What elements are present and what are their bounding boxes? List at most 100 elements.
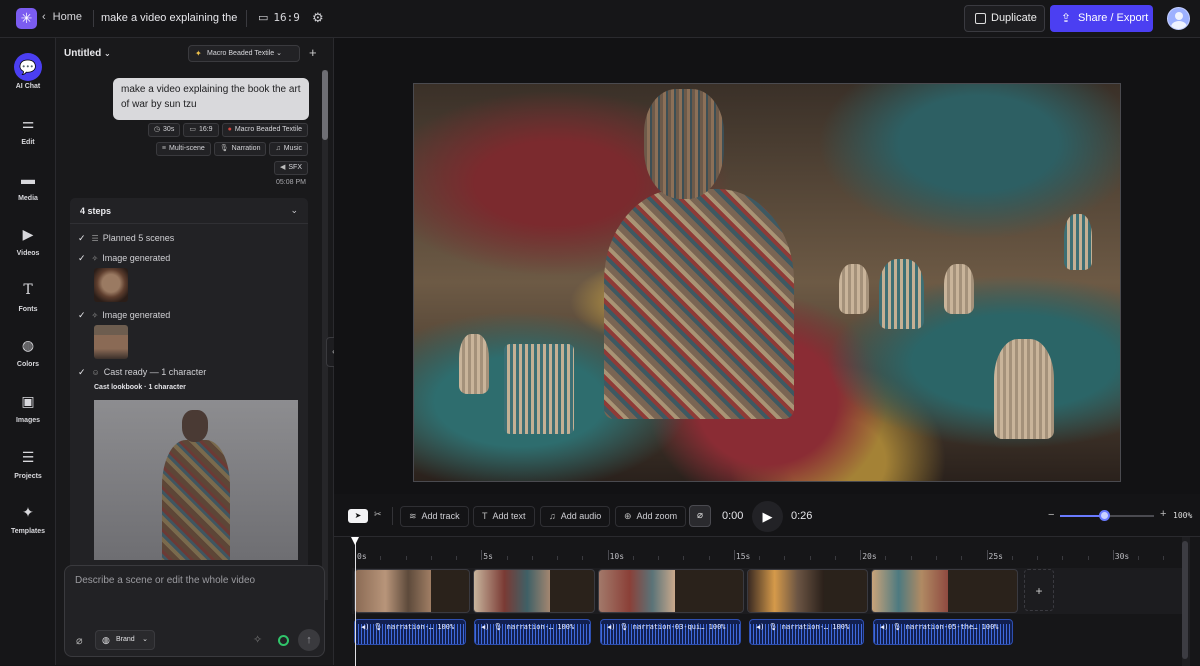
layers-icon: ≋ [409,511,417,521]
step-label: Image generated [102,310,171,320]
zoom-icon: ⊕ [624,511,632,521]
rail-item-media[interactable]: ▬ Media [0,165,56,202]
attach-icon[interactable]: ⌀ [76,634,83,647]
ruler-tick [961,556,963,560]
share-export-button[interactable]: ⇪ Share / Export [1050,5,1153,32]
style-selector[interactable]: ✦ Macro Beaded Textile ⌄ [188,45,300,62]
scissors-icon[interactable]: ✂ [374,509,382,520]
avatar[interactable] [1167,7,1190,30]
rail-item-fonts[interactable]: T Fonts [0,276,56,313]
clip-thumbnail [355,570,431,612]
magic-wand-icon[interactable]: ✧ [253,633,262,646]
rail-item-ai-chat[interactable]: 💬 AI Chat [0,53,56,90]
scene-small-figure [1064,214,1092,270]
mic-icon: 🎙 [892,623,902,631]
timeline-scrollbar-thumb[interactable] [1182,541,1188,659]
app-logo-icon[interactable]: ✳ [16,8,37,29]
video-preview-area [334,38,1200,494]
chip-music[interactable]: ♫ Music [269,142,308,156]
chip-sfx[interactable]: ◀ SFX [273,161,308,175]
chevron-down-icon[interactable]: ⌄ [290,205,298,216]
style-swatch-icon: ● [227,126,232,133]
mic-icon: 🎙 [373,623,383,631]
audio-clip[interactable]: ◀) 🎙 narration-… 100% [749,619,864,645]
rail-item-edit[interactable]: ⚌ Edit [0,109,56,146]
cast-lookbook-image[interactable] [94,400,298,560]
rail-item-colors[interactable]: ◍ Colors [0,331,56,368]
time-ruler[interactable]: 0s 5s 10s 15s 20s 25s 30s [334,537,1200,563]
send-button[interactable]: ↑ [298,629,320,651]
add-text-button[interactable]: T Add text [473,506,535,527]
monitor-icon: ▭ [189,126,196,133]
clip-thumbnail [474,570,550,612]
audio-clip[interactable]: ◀) 🎙 narration-… 100% [474,619,591,645]
audio-clip-volume: 100% [708,623,726,631]
ruler-label: 25s [988,552,1003,561]
image-sparkle-icon: ✧ [91,311,99,320]
rail-item-videos[interactable]: ▶ Videos [0,220,56,257]
chip-duration[interactable]: ◷ 30s [147,123,181,137]
zoom-slider-handle[interactable] [1099,510,1111,521]
doc-name-dropdown[interactable]: Untitled ⌄ [64,48,111,59]
duplicate-label: Duplicate [991,12,1037,24]
zoom-out-button[interactable]: − [1048,509,1054,521]
chip-narration[interactable]: 🎙 Narration [213,142,267,156]
chip-style[interactable]: ● Macro Beaded Textile [221,123,308,137]
generated-image-thumbnail[interactable] [94,325,128,359]
video-clip[interactable] [871,569,1018,613]
check-icon: ✓ [78,233,86,243]
ruler-tick [708,556,710,560]
project-title[interactable]: make a video explaining the bo… [101,12,241,24]
generated-image-thumbnail[interactable] [94,268,128,302]
chat-scrollbar-track[interactable] [322,70,328,600]
audio-clip[interactable]: ◀) 🎙 narration-… 100% [354,619,466,645]
rail-item-projects[interactable]: ☰ Projects [0,443,56,480]
ruler-tick [986,550,988,560]
gear-icon[interactable]: ⚙ [312,10,324,26]
volume-icon: ◀) [756,623,765,631]
ruler-tick [860,550,862,560]
mic-icon: 🎙 [219,145,229,152]
add-audio-button[interactable]: ♫ Add audio [540,506,611,527]
add-zoom-button[interactable]: ⊕ Add zoom [615,506,687,527]
audio-clip[interactable]: ◀) 🎙 narration-05-the… 100% [873,619,1013,645]
video-clip[interactable] [473,569,595,613]
play-button[interactable]: ▶ [752,501,783,532]
aspect-ratio-button[interactable]: ▭ 16:9 [258,11,300,24]
character-head [182,410,208,442]
zoom-in-button[interactable]: + [1160,508,1166,520]
rail-item-images[interactable]: ▣ Images [0,387,56,424]
chip-label: 30s [163,126,175,133]
audio-clip[interactable]: ◀) 🎙 narration-03-qui… 100% [600,619,741,645]
chip-multi-scene[interactable]: ≡ Multi-scene [155,142,211,156]
palette-icon: ◍ [102,635,110,645]
audio-clip-label: ◀) 🎙 narration-… 100% [361,623,454,631]
playhead[interactable] [351,537,359,666]
compose-box[interactable]: Describe a scene or edit the whole video… [64,565,325,657]
clip-thumbnail [872,570,948,612]
clip-thumbnail [748,570,824,612]
steps-title[interactable]: 4 steps [80,206,111,216]
chip-aspect[interactable]: ▭ 16:9 [183,123,219,137]
home-link[interactable]: ‹ Home [42,11,82,23]
chip-label: 16:9 [198,126,213,133]
video-clip[interactable] [747,569,868,613]
select-tool-button[interactable]: ➤ [348,509,368,523]
chat-scrollbar-thumb[interactable] [322,70,328,140]
audio-clip-volume: 100% [437,623,455,631]
status-ring-icon [278,635,289,646]
snap-magnet-icon[interactable]: ⌀ [689,505,711,527]
add-track-button[interactable]: ≋ Add track [400,506,469,527]
new-chat-button[interactable]: + [309,45,317,60]
ruler-tick [405,556,407,560]
video-canvas[interactable] [413,83,1121,482]
add-clip-button[interactable]: + [1024,569,1054,611]
duplicate-button[interactable]: Duplicate [964,5,1045,32]
video-track [352,568,1182,614]
volume-icon: ◀) [481,623,490,631]
rail-item-templates[interactable]: ✦ Templates [0,498,56,535]
video-clip[interactable] [354,569,470,613]
ruler-tick [733,550,735,560]
video-clip[interactable] [598,569,744,613]
brand-selector[interactable]: ◍ Brand ⌄ [95,630,155,650]
